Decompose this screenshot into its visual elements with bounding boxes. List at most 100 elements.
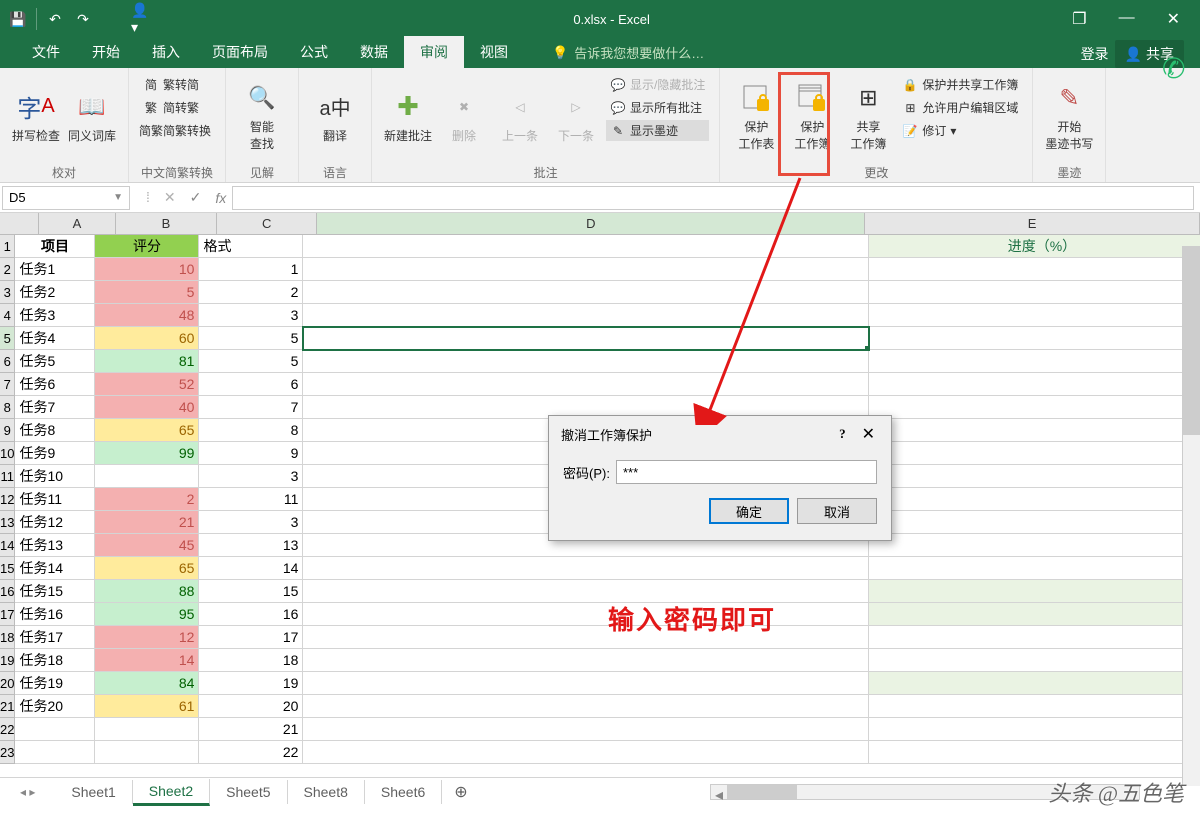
cancel-button[interactable]: 取消 [797, 498, 877, 524]
cell[interactable]: 任务2 [15, 281, 95, 304]
col-header-d[interactable]: D [317, 213, 865, 235]
cell[interactable]: 任务1 [15, 258, 95, 281]
cell[interactable]: 22 [199, 741, 303, 764]
row-header[interactable]: 2 [0, 258, 15, 281]
cell[interactable]: 17 [199, 626, 303, 649]
fx-enter-icon[interactable]: ✓ [190, 189, 202, 206]
cell[interactable] [303, 304, 869, 327]
cell[interactable]: 任务6 [15, 373, 95, 396]
cell[interactable] [303, 281, 869, 304]
cell[interactable] [869, 258, 1200, 281]
thesaurus-button[interactable]: 📖同义词库 [64, 72, 120, 162]
fx-icon[interactable]: fx [215, 190, 232, 206]
cell[interactable]: 1 [199, 258, 303, 281]
next-comment-button[interactable]: ▷下一条 [548, 72, 604, 162]
cell[interactable] [869, 373, 1200, 396]
cell[interactable] [303, 557, 869, 580]
row-header[interactable]: 22 [0, 718, 15, 741]
cell[interactable]: 任务4 [15, 327, 95, 350]
row-header[interactable]: 12 [0, 488, 15, 511]
cell[interactable]: 61 [95, 695, 199, 718]
cell[interactable] [303, 258, 869, 281]
cell[interactable]: 任务18 [15, 649, 95, 672]
spellcheck-button[interactable]: 字A拼写检查 [8, 72, 64, 162]
cell[interactable]: 48 [95, 304, 199, 327]
cell[interactable]: 评分 [95, 235, 199, 258]
smart-lookup-button[interactable]: 🔍智能 查找 [234, 72, 290, 162]
cn-convert-button[interactable]: 简繁简繁转换 [139, 120, 215, 141]
cell[interactable]: 13 [199, 534, 303, 557]
row-header[interactable]: 5 [0, 327, 15, 350]
cell[interactable]: 65 [95, 419, 199, 442]
cell[interactable]: 15 [199, 580, 303, 603]
cell[interactable]: 任务19 [15, 672, 95, 695]
cell[interactable]: 7 [199, 396, 303, 419]
add-sheet-icon[interactable]: ⊕ [442, 778, 479, 806]
cell[interactable] [303, 741, 869, 764]
sheet-nav-icon[interactable]: ◂ ▸ [0, 785, 55, 799]
cell[interactable]: 任务16 [15, 603, 95, 626]
cell[interactable]: 项目 [15, 235, 95, 258]
cell[interactable]: 6 [199, 373, 303, 396]
cell[interactable]: 3 [199, 511, 303, 534]
cell[interactable]: 11 [199, 488, 303, 511]
password-input[interactable] [616, 460, 877, 484]
cell[interactable]: 8 [199, 419, 303, 442]
cell[interactable] [869, 327, 1200, 350]
cell[interactable] [869, 695, 1200, 718]
cell[interactable] [869, 534, 1200, 557]
dialog-help-icon[interactable]: ? [827, 426, 858, 442]
cell[interactable]: 任务7 [15, 396, 95, 419]
cell[interactable]: 99 [95, 442, 199, 465]
row-header[interactable]: 14 [0, 534, 15, 557]
cell[interactable] [95, 465, 199, 488]
cell[interactable]: 10 [95, 258, 199, 281]
row-header[interactable]: 8 [0, 396, 15, 419]
cell[interactable]: 84 [95, 672, 199, 695]
cell[interactable] [869, 511, 1200, 534]
cell[interactable]: 任务14 [15, 557, 95, 580]
cell[interactable]: 3 [199, 465, 303, 488]
sheet-tab-2[interactable]: Sheet2 [133, 779, 210, 806]
protect-share-button[interactable]: 🔒保护并共享工作簿 [898, 74, 1022, 95]
row-header[interactable]: 7 [0, 373, 15, 396]
cell[interactable] [303, 327, 869, 350]
cell[interactable]: 任务9 [15, 442, 95, 465]
cell[interactable] [303, 695, 869, 718]
cell[interactable] [869, 396, 1200, 419]
cell[interactable]: 16 [199, 603, 303, 626]
tab-pagelayout[interactable]: 页面布局 [196, 36, 284, 68]
cell[interactable]: 14 [95, 649, 199, 672]
tab-file[interactable]: 文件 [16, 36, 76, 68]
sheet-tab-8[interactable]: Sheet8 [288, 780, 365, 804]
window-restore-icon[interactable]: ❐ [1064, 9, 1094, 29]
tab-data[interactable]: 数据 [344, 36, 404, 68]
cell[interactable]: 20 [199, 695, 303, 718]
show-ink-button[interactable]: ✎显示墨迹 [606, 120, 709, 141]
cell[interactable] [303, 235, 869, 258]
cell[interactable]: 任务10 [15, 465, 95, 488]
tab-view[interactable]: 视图 [464, 36, 524, 68]
cell[interactable] [303, 672, 869, 695]
cell[interactable]: 45 [95, 534, 199, 557]
cell[interactable]: 52 [95, 373, 199, 396]
cell[interactable] [15, 741, 95, 764]
cell[interactable]: 任务13 [15, 534, 95, 557]
row-header[interactable]: 23 [0, 741, 15, 764]
row-header[interactable]: 16 [0, 580, 15, 603]
scrollbar-thumb[interactable] [1183, 246, 1200, 435]
fx-cancel-icon[interactable]: ✕ [164, 189, 176, 206]
cell[interactable] [869, 557, 1200, 580]
cell[interactable] [15, 718, 95, 741]
phone-icon[interactable]: ✆ [1162, 52, 1194, 84]
row-header[interactable]: 6 [0, 350, 15, 373]
formula-input[interactable] [232, 186, 1194, 210]
cell[interactable]: 81 [95, 350, 199, 373]
cell[interactable]: 95 [95, 603, 199, 626]
delete-comment-button[interactable]: ✖删除 [436, 72, 492, 162]
cell[interactable]: 2 [95, 488, 199, 511]
cell[interactable]: 18 [199, 649, 303, 672]
share-workbook-button[interactable]: ⊞共享 工作簿 [840, 72, 896, 162]
row-header[interactable]: 19 [0, 649, 15, 672]
translate-button[interactable]: a中翻译 [307, 72, 363, 162]
